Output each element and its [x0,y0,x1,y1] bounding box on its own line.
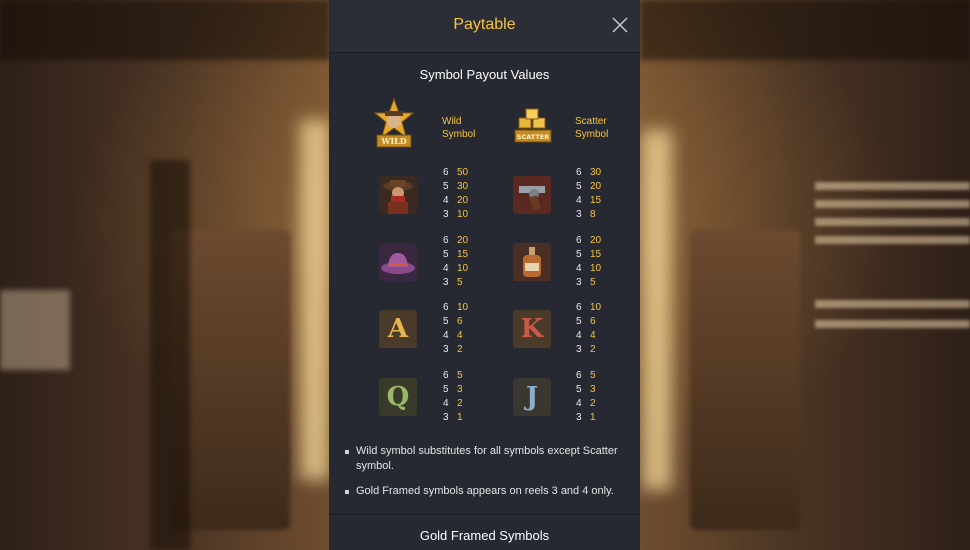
paytable-title: Paytable [453,16,516,33]
rules-notes: Wild symbol substitutes for all symbols … [343,444,624,509]
payout-list-k: 6 10 56 44 32 [576,302,602,355]
payout-list-j: 65 53 42 31 [576,370,596,423]
scatter-symbol-label: Scatter Symbol [575,116,609,140]
whiskey-bottle-icon [513,243,551,281]
wild-badge-text: WILD [380,136,406,146]
letter-k-icon: K [513,310,551,348]
payout-list-a: 6 10 56 44 32 [443,302,469,355]
payout-list-q: 65 53 42 31 [443,370,463,423]
cowboy-hat-icon [379,243,417,281]
letter-q-icon: Q [379,378,417,416]
section-title-gold-framed: Gold Framed Symbols [419,528,550,543]
revolver-icon [513,176,551,214]
wild-symbol-icon: WILD [373,97,415,153]
scatter-symbol-icon: SCATTER [513,104,553,146]
payout-list-cowboy: 6 50 5 30 4 20 3 10 [443,167,469,220]
payout-list-revolver: 6 30 5 20 4 15 38 [576,167,602,220]
paytable-panel: Paytable Symbol Payout Values WILD Wild … [329,0,640,550]
payout-list-whiskey: 6 20 5 15 4 10 35 [576,235,602,288]
payout-list-cowboy-hat: 6 20 5 15 4 10 35 [443,235,469,288]
section-divider [329,514,640,515]
cowboy-icon [379,176,417,214]
note-wild: Wild symbol substitutes for all symbols … [343,444,624,474]
letter-j-icon: J [513,378,551,416]
scatter-badge-text: SCATTER [517,133,549,141]
close-button[interactable] [611,16,629,34]
section-title-payout: Symbol Payout Values [419,67,550,82]
wild-symbol-label: Wild Symbol [442,116,476,140]
close-icon [612,17,628,33]
paytable-header: Paytable [329,0,640,53]
letter-a-icon: A [379,310,417,348]
note-gold-framed: Gold Framed symbols appears on reels 3 a… [343,484,624,499]
